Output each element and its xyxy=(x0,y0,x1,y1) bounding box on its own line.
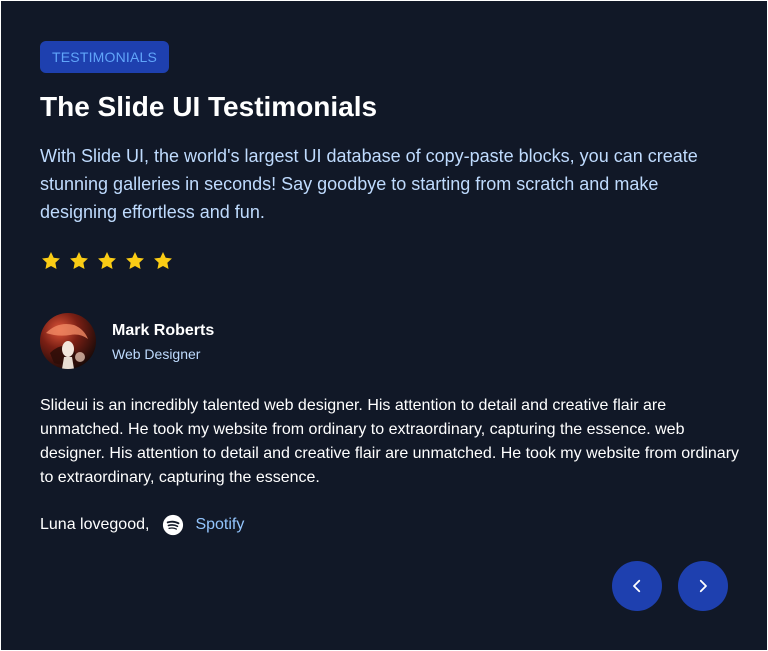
author-role: Web Designer xyxy=(112,346,201,362)
author-name: Mark Roberts xyxy=(112,322,215,339)
next-button[interactable] xyxy=(678,561,728,611)
spotify-icon xyxy=(163,514,184,536)
section-description: With Slide UI, the world's largest UI da… xyxy=(40,146,698,222)
chevron-left-icon xyxy=(633,579,641,593)
star-icon xyxy=(98,252,116,269)
company-name: Spotify xyxy=(195,516,245,533)
star-rating xyxy=(40,250,174,272)
testimonial-card: TESTIMONIALS The Slide UI Testimonials W… xyxy=(1,1,767,650)
testimonial-credit: Luna lovegood, Spotify xyxy=(40,513,244,537)
star-icon xyxy=(154,252,172,269)
section-title: The Slide UI Testimonials xyxy=(40,91,378,122)
author-avatar xyxy=(40,313,96,369)
testimonial-quote: Slideui is an incredibly talented web de… xyxy=(40,397,740,486)
credit-name: Luna lovegood, xyxy=(40,516,150,533)
chevron-right-icon xyxy=(699,579,707,593)
section-badge: TESTIMONIALS xyxy=(40,41,170,73)
star-icon xyxy=(70,252,88,269)
previous-button[interactable] xyxy=(612,561,662,611)
star-icon xyxy=(42,252,60,269)
star-icon xyxy=(126,252,144,269)
